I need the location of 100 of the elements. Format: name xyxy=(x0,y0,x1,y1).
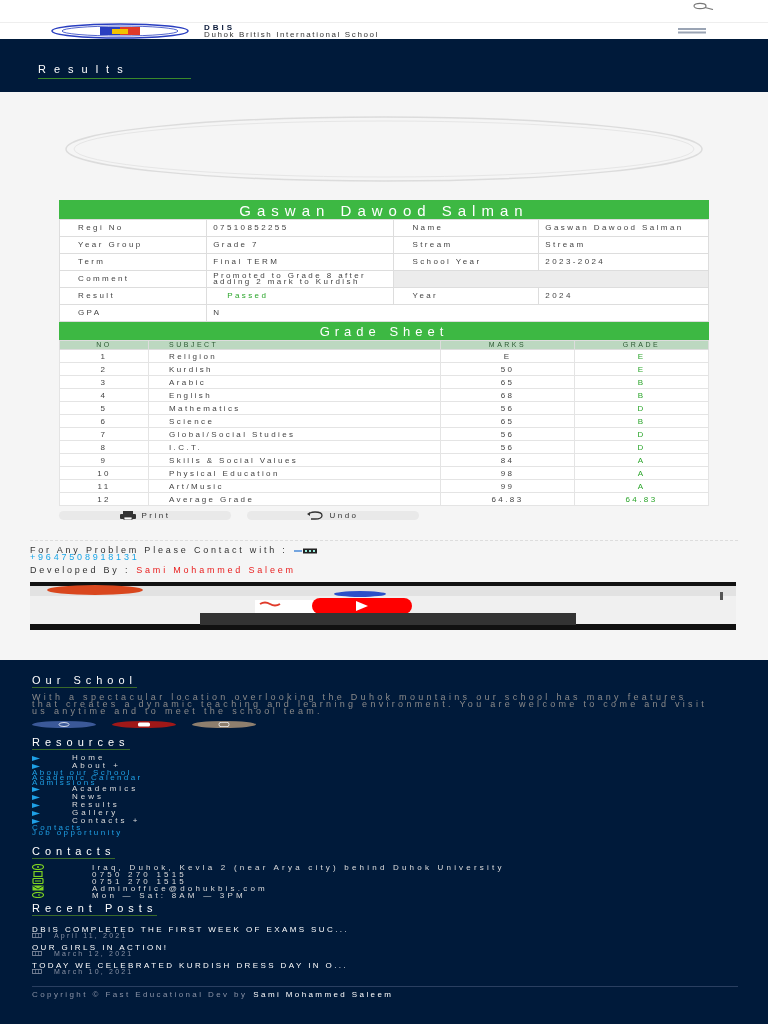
table-cell: E xyxy=(574,349,709,363)
instagram-button[interactable] xyxy=(192,721,256,728)
menu-link[interactable]: Home xyxy=(72,754,106,762)
table-cell: D xyxy=(574,427,709,441)
print-button[interactable]: Print xyxy=(59,511,231,520)
table-cell: 11 xyxy=(59,479,149,493)
contact-text: For Any Problem Please Contact with : xyxy=(30,547,288,554)
submenu-link[interactable]: Contacts xyxy=(32,825,83,830)
calendar-icon xyxy=(32,933,42,938)
bullet-icon xyxy=(32,755,40,761)
table-cell: 64.83 xyxy=(574,492,709,506)
contact-detail: Adminoffice@dohukbis.com xyxy=(92,885,269,891)
menu-link[interactable]: Gallery xyxy=(72,809,119,817)
brand-name: DBIS xyxy=(204,24,237,31)
brand-subtitle: Duhok British International School xyxy=(204,30,379,38)
submenu-link[interactable]: Job opportunity xyxy=(32,830,123,835)
field-label: School Year xyxy=(393,253,539,271)
field-value: 2024 xyxy=(538,287,709,305)
table-cell: E xyxy=(440,349,575,363)
table-cell: 84 xyxy=(440,453,575,467)
author-link[interactable]: Sami Mohammed Saleem xyxy=(253,991,394,998)
menu-link[interactable]: News xyxy=(72,793,104,801)
field-value: 2023-2024 xyxy=(538,253,709,271)
table-cell: 12 xyxy=(59,492,149,506)
field-label: GPA xyxy=(59,304,207,322)
table-cell: Arabic xyxy=(148,375,441,389)
bullet-icon xyxy=(32,794,40,800)
bullet-icon xyxy=(32,818,40,824)
table-cell: 68 xyxy=(440,388,575,402)
table-cell: English xyxy=(148,388,441,402)
table-cell: Average Grade xyxy=(148,492,441,506)
table-cell: A xyxy=(574,453,709,467)
field-label: Term xyxy=(59,253,207,271)
table-cell: A xyxy=(574,466,709,480)
field-value: Promoted to Grade 8 after adding 2 mark to Kurdish xyxy=(206,270,394,288)
menu-link[interactable]: Academics xyxy=(72,785,139,793)
post-title[interactable]: TODAY WE CELEBRATED KURDISH DRESS DAY IN O... xyxy=(32,962,738,969)
section-heading: Our School xyxy=(32,676,138,688)
field-label: Year Group xyxy=(59,236,207,254)
table-cell: 56 xyxy=(440,401,575,415)
calendar-icon xyxy=(32,969,42,974)
undo-icon xyxy=(307,511,324,520)
table-cell: 8 xyxy=(59,440,149,454)
table-cell: 2 xyxy=(59,362,149,376)
table-cell: 65 xyxy=(440,414,575,428)
student-name: Gaswan Dawood Salman xyxy=(59,200,709,219)
table-cell: D xyxy=(574,401,709,415)
section-heading: Recent Posts xyxy=(32,904,158,916)
table-cell: 5 xyxy=(59,401,149,415)
field-value: Passed xyxy=(206,287,394,305)
table-cell: A xyxy=(574,479,709,493)
table-cell: 3 xyxy=(59,375,149,389)
submenu-link[interactable]: Academic Calendar xyxy=(32,775,143,780)
menu-icon xyxy=(678,28,706,34)
table-cell: B xyxy=(574,388,709,402)
copyright-text: Copyright © Fast Educational Dev by xyxy=(32,991,248,998)
submenu-link[interactable]: About our School xyxy=(32,770,132,775)
table-cell: Religion xyxy=(148,349,441,363)
menu-link[interactable]: About + xyxy=(72,762,121,770)
table-cell: 6 xyxy=(59,414,149,428)
field-value: Stream xyxy=(538,236,709,254)
table-cell: 99 xyxy=(440,479,575,493)
video-play-icon xyxy=(138,722,150,727)
post-title[interactable]: OUR GIRLS IN ACTION! xyxy=(32,944,738,951)
table-cell: 64.83 xyxy=(440,492,575,506)
table-cell: 4 xyxy=(59,388,149,402)
submenu-link[interactable]: Admissions xyxy=(32,780,97,785)
table-cell: 10 xyxy=(59,466,149,480)
table-cell: Art/Music xyxy=(148,479,441,493)
contact-detail: 0751 270 1515 xyxy=(92,878,187,884)
table-cell: Kurdish xyxy=(148,362,441,376)
menu-link[interactable]: Results xyxy=(72,801,120,809)
undo-button[interactable]: Undo xyxy=(247,511,419,520)
table-cell: 65 xyxy=(440,375,575,389)
phone-icon xyxy=(32,878,44,884)
search-icon xyxy=(692,2,714,10)
table-cell: 1 xyxy=(59,349,149,363)
field-label: Comment xyxy=(59,270,207,288)
bullet-icon xyxy=(32,786,40,792)
table-cell: D xyxy=(574,440,709,454)
grade-sheet-title: Grade Sheet xyxy=(59,322,709,340)
table-cell: B xyxy=(574,375,709,389)
youtube-button[interactable] xyxy=(112,721,176,728)
developer-link[interactable]: Sami Mohammed Saleem xyxy=(136,567,296,574)
bullet-icon xyxy=(32,763,40,769)
bullet-icon xyxy=(32,802,40,808)
field-value: Final TERM xyxy=(206,253,394,271)
table-cell: Science xyxy=(148,414,441,428)
table-cell: 56 xyxy=(440,427,575,441)
printer-icon xyxy=(119,511,136,520)
contact-detail: Iraq, Duhok, Kevla 2 (near Arya city) behind Duhok University xyxy=(92,864,506,870)
menu-link[interactable]: Contacts + xyxy=(72,817,141,825)
table-cell: E xyxy=(574,362,709,376)
developed-label: Developed By : xyxy=(30,567,131,574)
field-value: Gaswan Dawood Salman xyxy=(538,219,709,237)
about-text: With a spectacular location overlooking the Duhok mountains our school has many features that creates a dynamic teaching and learning environment. You are welcome to come and visit us anytime and to meet the school team. xyxy=(32,694,709,715)
table-cell: 9 xyxy=(59,453,149,467)
post-title[interactable]: DBIS COMPLETED THE FIRST WEEK OF EXAMS SUC... xyxy=(32,926,738,933)
field-label: Name xyxy=(393,219,539,237)
contact-detail: Mon — Sat: 8AM — 3PM xyxy=(92,892,246,898)
